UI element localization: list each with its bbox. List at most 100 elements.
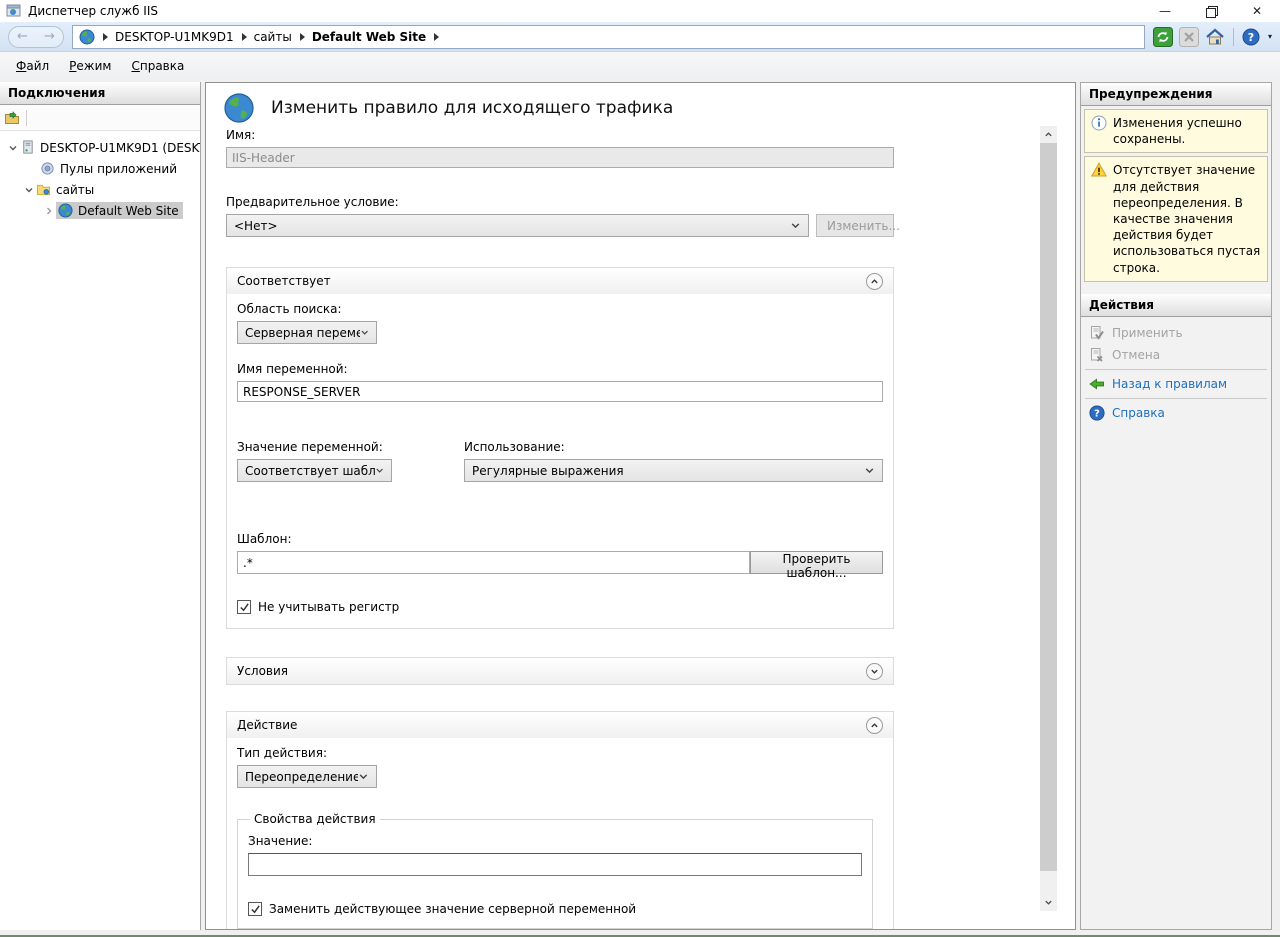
precondition-edit-button[interactable]: Изменить... bbox=[816, 214, 894, 237]
cancel-icon bbox=[1089, 347, 1105, 363]
variable-value-label: Значение переменной: bbox=[237, 440, 464, 454]
help-dropdown-icon[interactable]: ▾ bbox=[1268, 32, 1272, 41]
scroll-down-icon[interactable] bbox=[1040, 894, 1057, 911]
breadcrumb-item-default-web-site[interactable]: Default Web Site bbox=[312, 30, 426, 44]
restore-button[interactable] bbox=[1188, 0, 1234, 22]
info-icon bbox=[1091, 115, 1107, 147]
feature-page: Изменить правило для исходящего трафика … bbox=[205, 82, 1076, 930]
breadcrumb-separator-icon bbox=[102, 33, 108, 41]
help-icon[interactable]: ? bbox=[1242, 28, 1260, 46]
tree-item-label: Default Web Site bbox=[78, 204, 179, 218]
chevron-down-icon bbox=[358, 771, 369, 782]
conditions-section-header[interactable]: Условия bbox=[227, 658, 893, 684]
actions-header: Действия bbox=[1081, 294, 1271, 317]
help-icon: ? bbox=[1089, 405, 1105, 421]
actions-separator bbox=[1085, 369, 1267, 370]
back-to-rules-link[interactable]: Назад к правилам bbox=[1081, 373, 1271, 395]
save-connection-icon[interactable] bbox=[4, 110, 20, 126]
chevron-down-icon bbox=[360, 327, 369, 338]
variable-name-input[interactable] bbox=[237, 381, 883, 402]
tree-item-selected[interactable]: Default Web Site bbox=[56, 202, 183, 219]
forward-icon[interactable]: → bbox=[44, 30, 55, 43]
close-button[interactable]: ✕ bbox=[1234, 0, 1280, 22]
tree-item-sites[interactable]: сайты bbox=[0, 179, 200, 200]
toolbar-separator bbox=[26, 110, 27, 126]
breadcrumb[interactable]: DESKTOP-U1MK9D1 сайты Default Web Site bbox=[72, 25, 1145, 49]
chevron-down-icon[interactable] bbox=[22, 185, 36, 195]
tree-item-default-web-site[interactable]: Default Web Site bbox=[0, 200, 200, 221]
breadcrumb-item-sites[interactable]: сайты bbox=[254, 30, 292, 44]
chevron-down-icon bbox=[375, 465, 384, 476]
application-pools-icon bbox=[40, 161, 55, 176]
scope-select[interactable]: Серверная переменн bbox=[237, 321, 377, 344]
alert-text: Изменения успешно сохранены. bbox=[1113, 115, 1261, 147]
menu-file[interactable]: Файл bbox=[6, 55, 59, 77]
pattern-label: Шаблон: bbox=[237, 532, 883, 546]
right-panel: Предупреждения Изменения успешно сохране… bbox=[1080, 82, 1272, 930]
address-bar: ← → DESKTOP-U1MK9D1 сайты Default Web Si… bbox=[0, 22, 1280, 52]
scroll-up-icon[interactable] bbox=[1040, 126, 1057, 143]
action-properties-legend: Свойства действия bbox=[250, 812, 380, 826]
tree-item-server[interactable]: DESKTOP-U1MK9D1 (DESKTOP bbox=[0, 137, 200, 158]
home-icon[interactable] bbox=[1205, 27, 1225, 47]
menu-bar: Файл Режим Справка bbox=[0, 52, 1280, 79]
pattern-input[interactable] bbox=[237, 551, 750, 574]
collapse-icon[interactable] bbox=[866, 273, 883, 290]
variable-value-select[interactable]: Соответствует шаблону bbox=[237, 459, 392, 482]
svg-text:?: ? bbox=[1094, 408, 1100, 419]
actions-separator bbox=[1085, 398, 1267, 399]
tree-item-label: Пулы приложений bbox=[60, 162, 177, 176]
warnings-header: Предупреждения bbox=[1081, 83, 1271, 106]
tree-item-label: сайты bbox=[56, 183, 94, 197]
warning-icon bbox=[1091, 162, 1107, 275]
chevron-down-icon[interactable] bbox=[6, 143, 20, 153]
back-icon[interactable]: ← bbox=[17, 30, 28, 43]
breadcrumb-separator-icon bbox=[433, 33, 439, 41]
match-section: Соответствует Область поиска: Серверная … bbox=[226, 267, 894, 629]
globe-icon bbox=[79, 29, 95, 45]
alert-text: Отсутствует значение для действия переоп… bbox=[1113, 162, 1261, 275]
refresh-icon[interactable] bbox=[1153, 27, 1173, 47]
alert-info: Изменения успешно сохранены. bbox=[1084, 109, 1268, 153]
breadcrumb-separator-icon bbox=[241, 33, 247, 41]
replace-value-checkbox[interactable] bbox=[248, 902, 262, 916]
alert-warning: Отсутствует значение для действия переоп… bbox=[1084, 156, 1268, 281]
svg-text:?: ? bbox=[1248, 31, 1254, 44]
name-input[interactable] bbox=[226, 147, 894, 168]
collapse-icon[interactable] bbox=[866, 717, 883, 734]
tree-item-app-pools[interactable]: Пулы приложений bbox=[0, 158, 200, 179]
ignore-case-checkbox[interactable] bbox=[237, 600, 251, 614]
form-viewport: Имя: Предварительное условие: <Нет> Изме… bbox=[206, 126, 1075, 929]
stop-icon[interactable] bbox=[1179, 27, 1199, 47]
window-title: Диспетчер служб IIS bbox=[28, 4, 158, 18]
vertical-scrollbar[interactable] bbox=[1040, 126, 1057, 911]
expand-icon[interactable] bbox=[866, 663, 883, 680]
iis-manager-window: Диспетчер служб IIS — ✕ ← → DESKTOP-U1MK… bbox=[0, 0, 1280, 937]
precondition-select[interactable]: <Нет> bbox=[226, 214, 809, 237]
test-pattern-button[interactable]: Проверить шаблон... bbox=[750, 551, 883, 574]
apply-button[interactable]: Применить bbox=[1081, 322, 1271, 344]
feature-globe-icon bbox=[223, 92, 255, 124]
menu-view[interactable]: Режим bbox=[59, 55, 121, 77]
globe-icon bbox=[58, 203, 73, 218]
actions-list: Применить Отмена Назад к правилам bbox=[1081, 317, 1271, 429]
using-label: Использование: bbox=[464, 440, 883, 454]
scrollbar-thumb[interactable] bbox=[1040, 143, 1057, 871]
cancel-button[interactable]: Отмена bbox=[1081, 344, 1271, 366]
menu-help[interactable]: Справка bbox=[121, 55, 194, 77]
connections-toolbar bbox=[0, 105, 200, 131]
feature-header: Изменить правило для исходящего трафика bbox=[206, 83, 1075, 126]
action-value-input[interactable] bbox=[248, 853, 862, 876]
action-type-select[interactable]: Переопределение bbox=[237, 765, 377, 788]
minimize-button[interactable]: — bbox=[1142, 0, 1188, 22]
breadcrumb-item-server[interactable]: DESKTOP-U1MK9D1 bbox=[115, 30, 234, 44]
match-section-header[interactable]: Соответствует bbox=[227, 268, 893, 294]
toolbar-separator bbox=[1233, 28, 1234, 46]
action-type-label: Тип действия: bbox=[237, 746, 883, 760]
name-label: Имя: bbox=[226, 128, 894, 142]
chevron-right-icon[interactable] bbox=[42, 206, 56, 216]
action-section-header[interactable]: Действие bbox=[227, 712, 893, 738]
ignore-case-label: Не учитывать регистр bbox=[258, 600, 399, 614]
help-link[interactable]: ? Справка bbox=[1081, 402, 1271, 424]
using-select[interactable]: Регулярные выражения bbox=[464, 459, 883, 482]
